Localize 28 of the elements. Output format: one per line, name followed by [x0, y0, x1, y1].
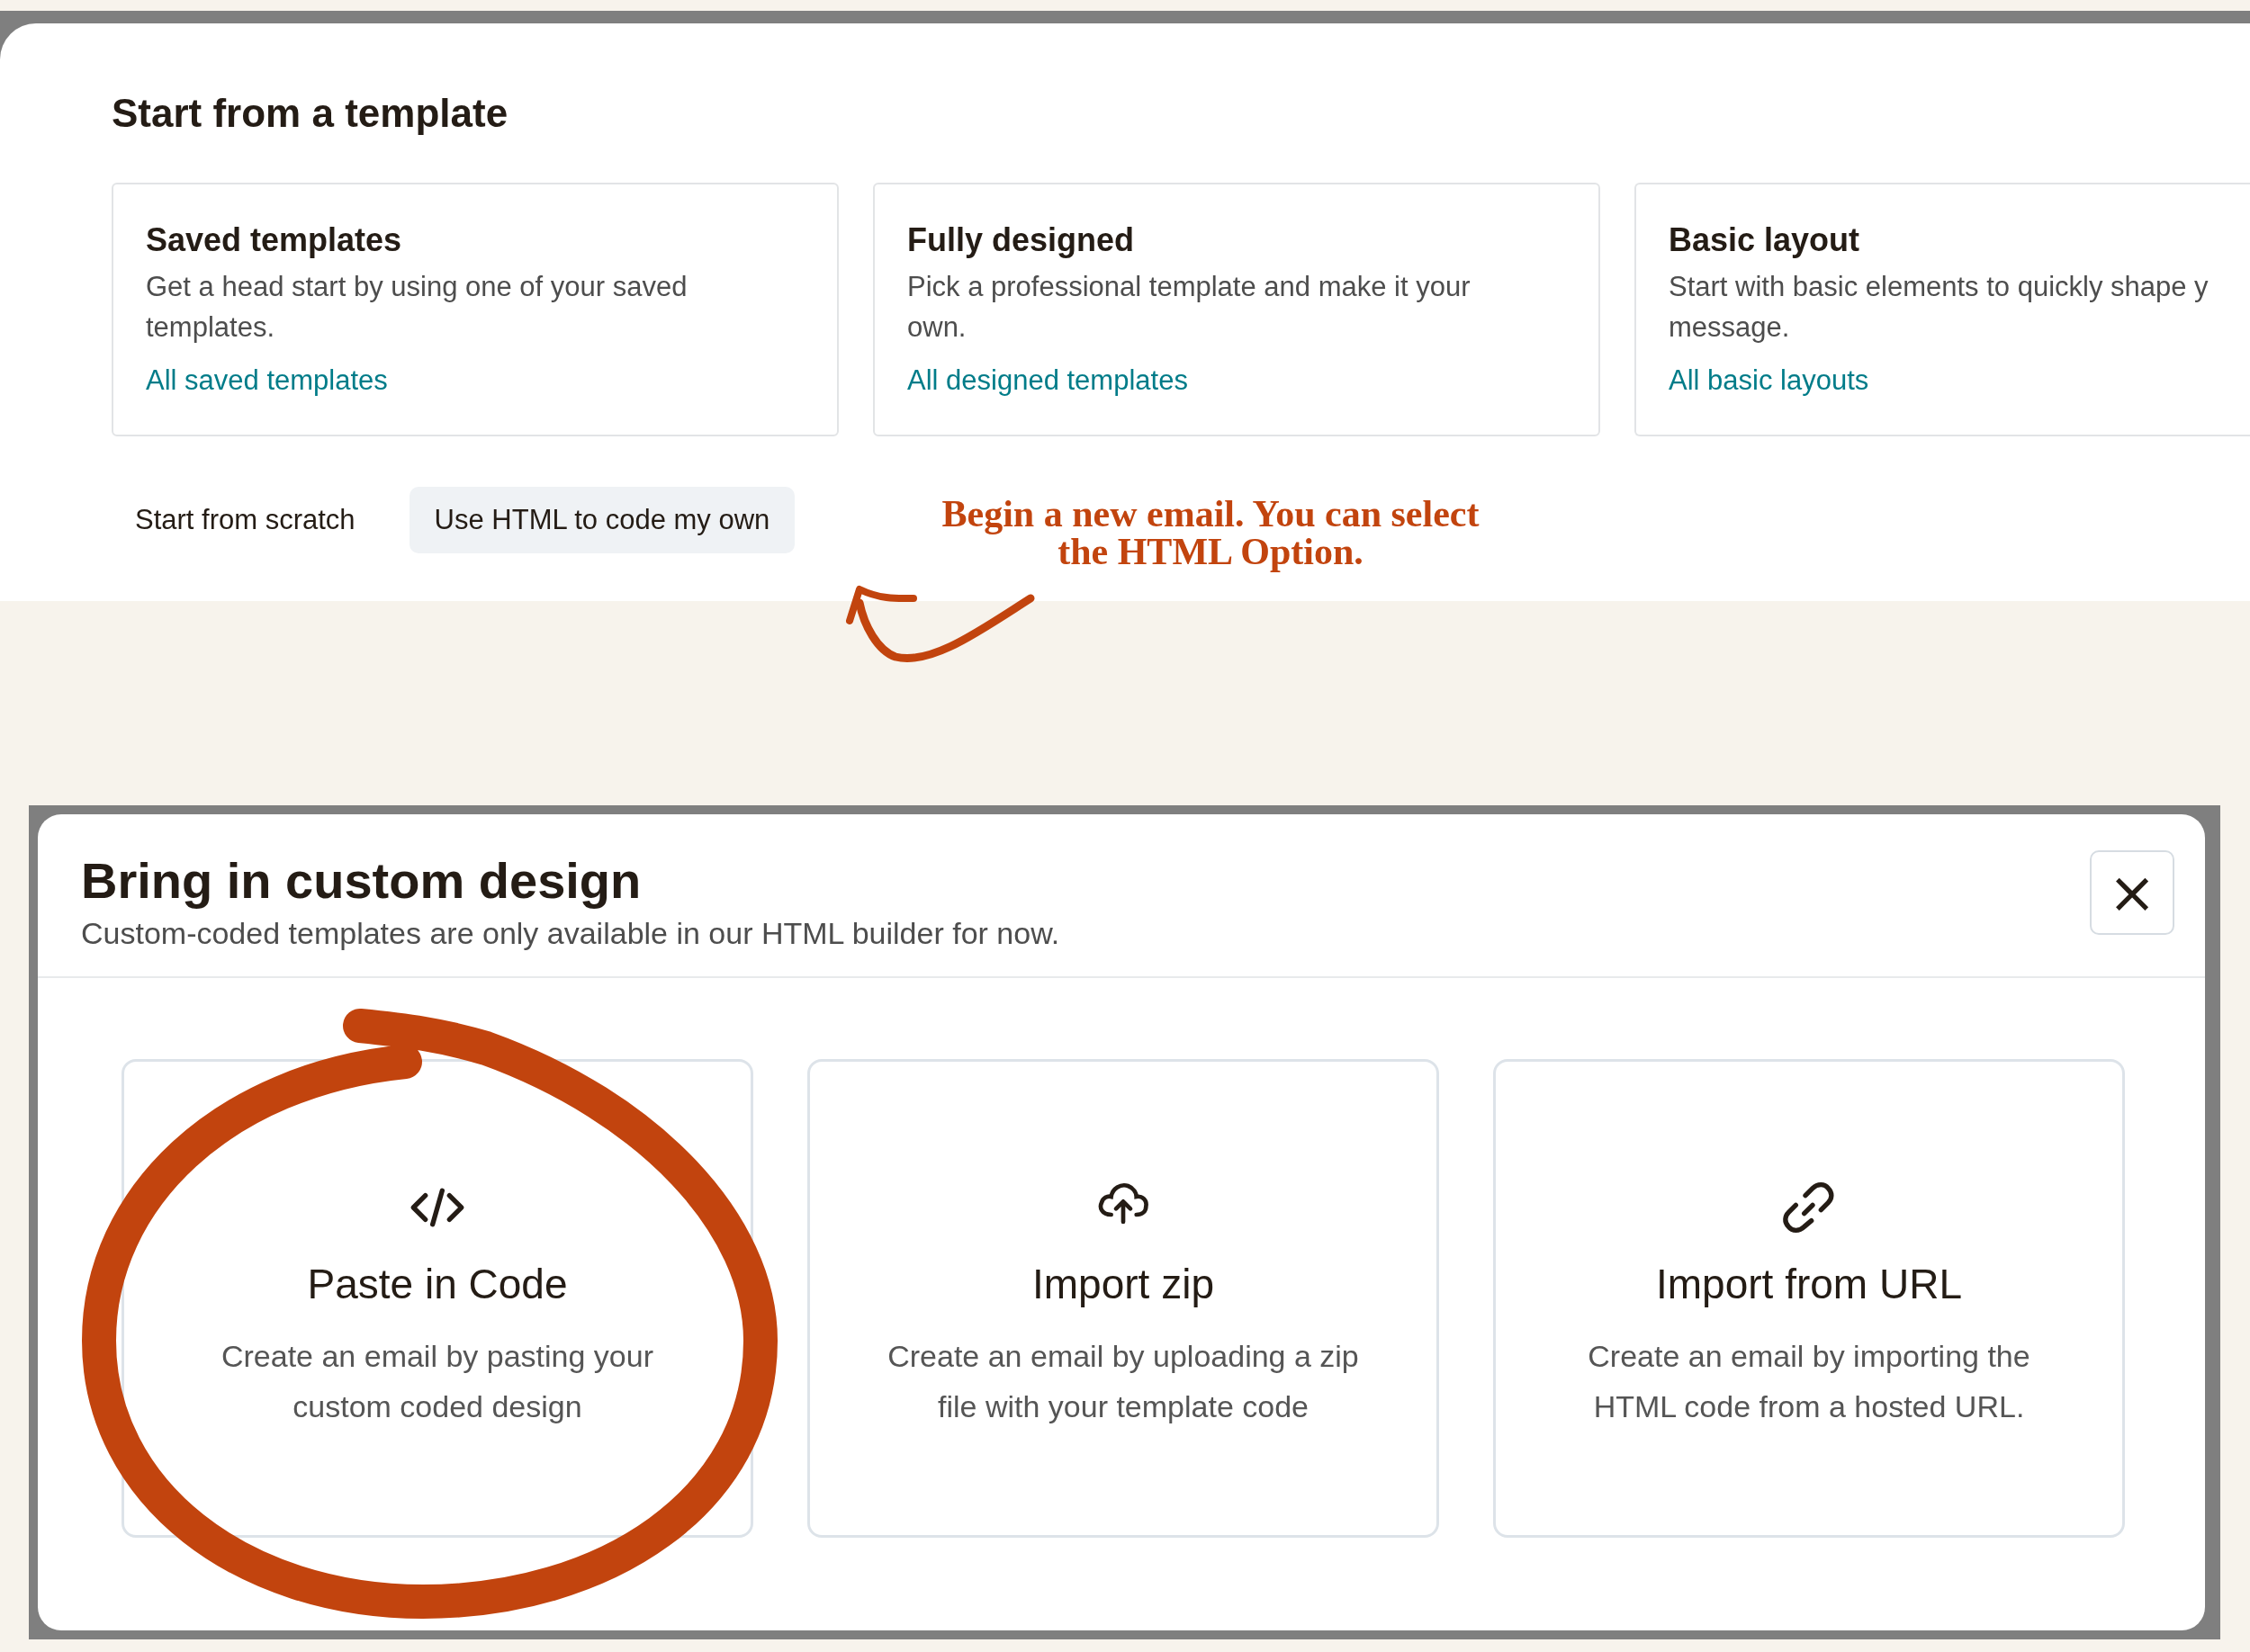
card-title: Fully designed [907, 220, 1136, 259]
option-description: Create an email by importing the HTML code from a hosted URL. [1588, 1338, 2030, 1426]
card-link[interactable]: All basic layouts [1669, 360, 1869, 402]
card-description: Pick a professional template and make it your own. [907, 270, 1472, 345]
annotation-text: Begin a new email. You can select the HTML Option. [940, 495, 1480, 570]
option-title: Import zip [1032, 1260, 1214, 1310]
html-button[interactable]: Use HTML to code my own [409, 486, 796, 554]
import-option-card[interactable]: Paste in Code Create an email by pasting your custom coded design [122, 1059, 753, 1539]
card-link[interactable]: All saved templates [146, 360, 388, 402]
template-card[interactable]: Saved templates Get a head start by using one of your saved templates. All saved templates [112, 182, 839, 436]
template-card[interactable]: Fully designed Pick a professional template and make it your own. All designed templates [873, 182, 1600, 436]
option-title: Import from URL [1656, 1260, 1962, 1310]
section-title: Start from a template [112, 90, 509, 137]
card-title: Saved templates [146, 220, 403, 259]
scratch-label: Start from scratch [135, 502, 356, 537]
import-option-card[interactable]: Import zip Create an email by uploading a zip file with your template code [807, 1059, 1439, 1539]
import-option-card[interactable]: Import from URL Create an email by importing the HTML code from a hosted URL. [1493, 1059, 2125, 1539]
card-link[interactable]: All designed templates [907, 360, 1188, 402]
card-title: Basic layout [1669, 220, 1861, 259]
modal-subtitle: Custom-coded templates are only available in our HTML builder for now. [81, 915, 1060, 953]
close-button[interactable]: × [2090, 850, 2174, 935]
card-description: Get a head start by using one of your saved templates. [146, 270, 688, 345]
option-description: Create an email by pasting your custom coded design [220, 1338, 653, 1426]
option-title: Paste in Code [307, 1260, 568, 1310]
template-card[interactable]: Basic layout Start with basic elements to quickly shape y message. All basic layouts [1634, 182, 2250, 436]
option-description: Create an email by uploading a zip file with your template code [887, 1338, 1359, 1426]
card-description: Start with basic elements to quickly shape y message. [1669, 270, 2210, 345]
modal-title: Bring in custom design [81, 851, 643, 911]
